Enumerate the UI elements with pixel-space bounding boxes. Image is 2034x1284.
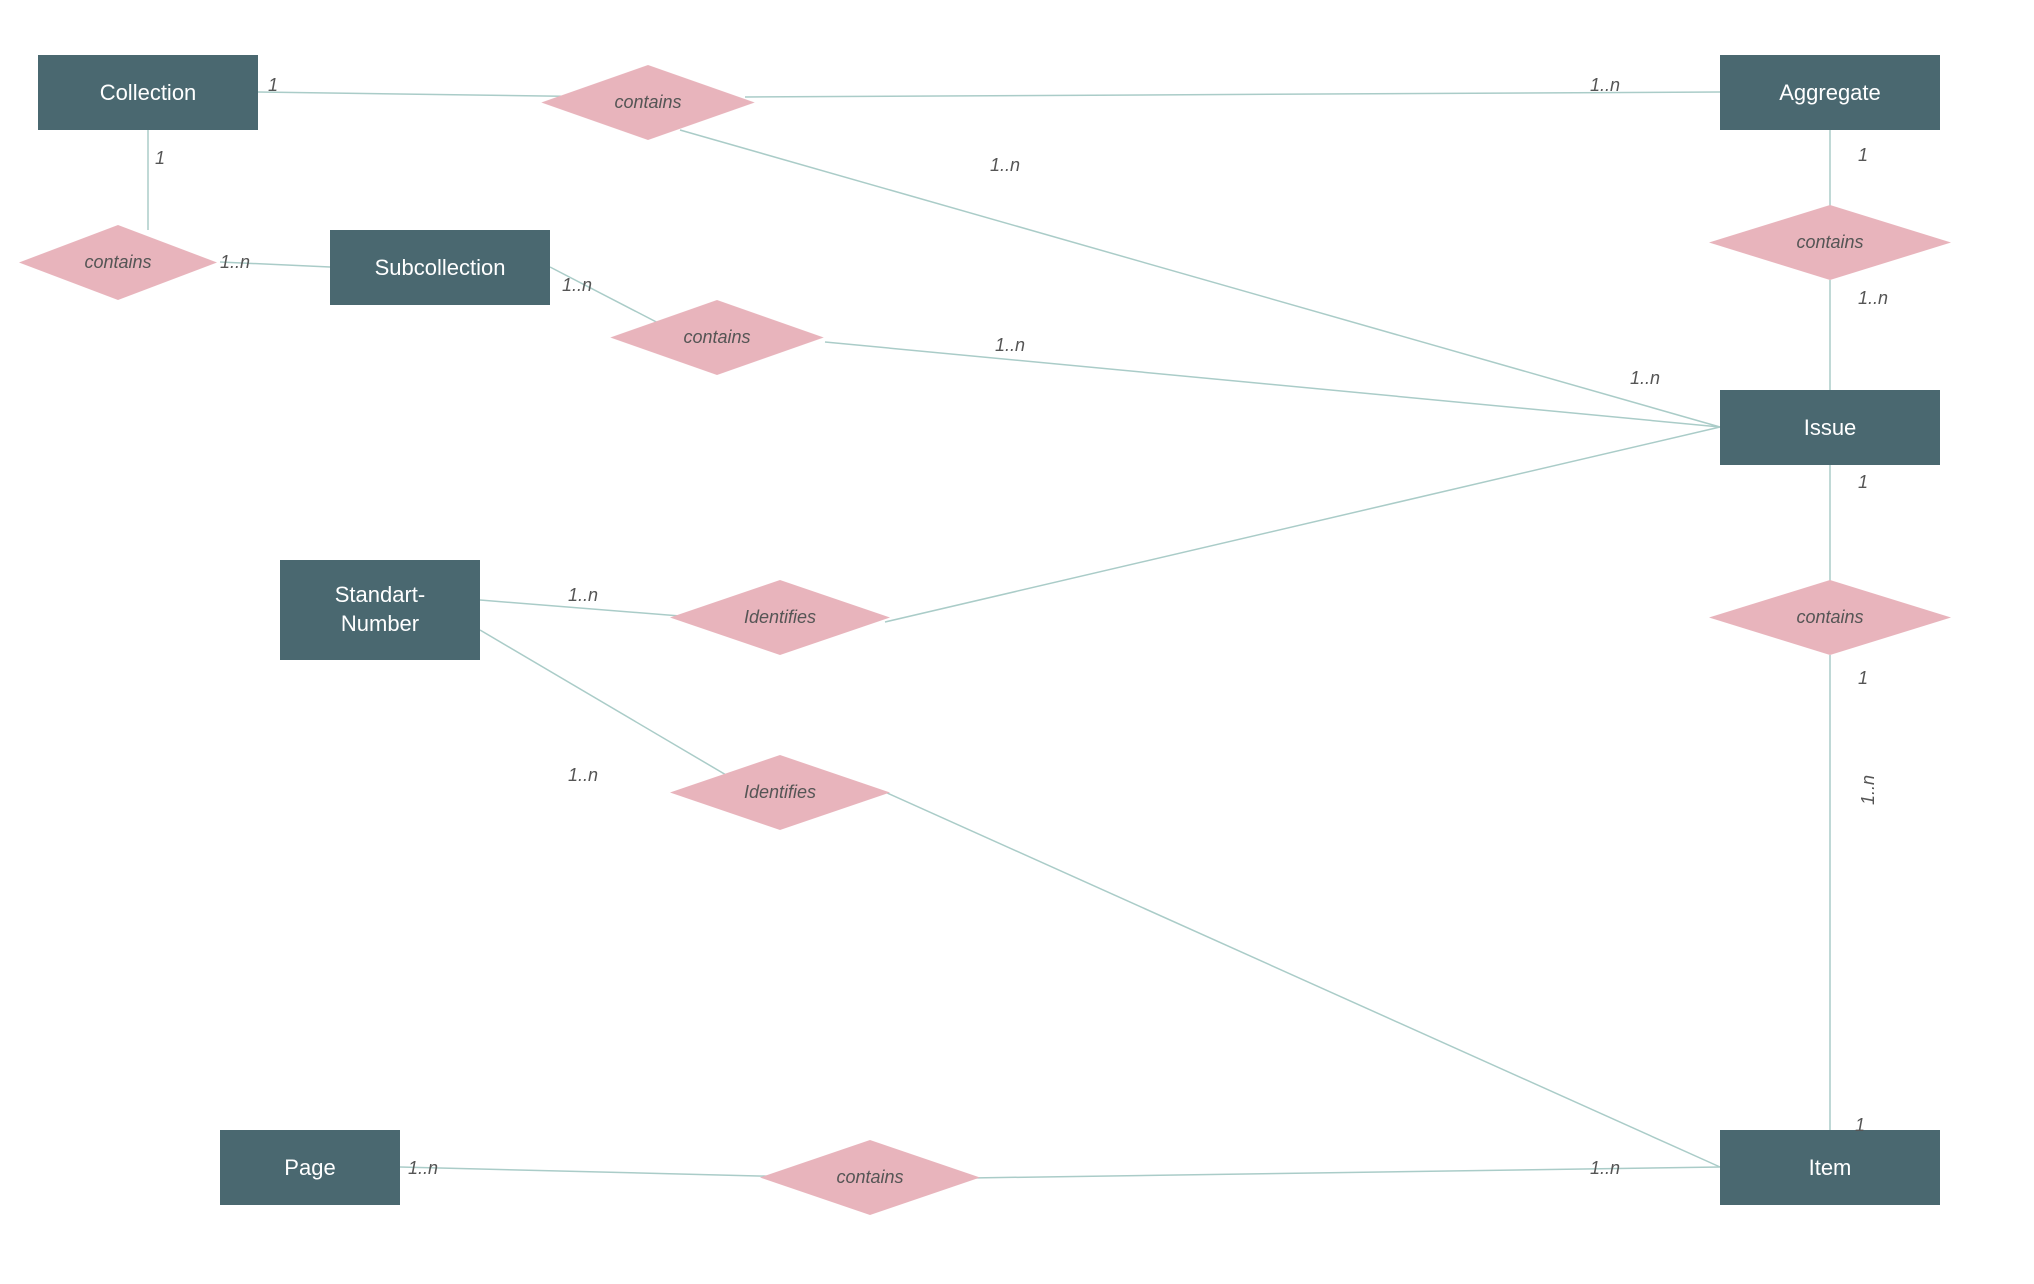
card-1-issue-top: 1 — [1858, 472, 1868, 493]
diagram-container: Collection Aggregate Subcollection Issue… — [0, 0, 2034, 1284]
entity-standart-number: Standart-Number — [280, 560, 480, 660]
card-1n-subcollection-right: 1..n — [562, 275, 592, 296]
diamond-contains-agg: contains — [1720, 205, 1940, 280]
card-1n-diagonal-2: 1..n — [995, 335, 1025, 356]
card-1n-identifies-bot-left: 1..n — [568, 765, 598, 786]
card-1n-aggregate-left: 1..n — [1590, 75, 1620, 96]
card-1-aggregate-bottom: 1 — [1858, 145, 1868, 166]
card-1n-diagonal-1: 1..n — [990, 155, 1020, 176]
diamond-contains-top: contains — [551, 65, 745, 140]
card-1-collection-right: 1 — [268, 75, 278, 96]
entity-collection: Collection — [38, 55, 258, 130]
diamond-contains-left: contains — [28, 225, 208, 300]
diamond-contains-sub: contains — [620, 300, 814, 375]
diamond-contains-issue: contains — [1720, 580, 1940, 655]
card-1n-agg-contains-bottom: 1..n — [1858, 288, 1888, 309]
entity-issue: Issue — [1720, 390, 1940, 465]
diamond-contains-page: contains — [770, 1140, 970, 1215]
diamond-identifies-top: Identifies — [680, 580, 880, 655]
card-1n-identifies-top-left: 1..n — [568, 585, 598, 606]
card-1n-item-top: 1..n — [1858, 775, 1879, 805]
card-1n-item-left: 1..n — [1590, 1158, 1620, 1179]
card-1-collection-bottom: 1 — [155, 148, 165, 169]
card-1-contains-issue-bottom: 1 — [1858, 668, 1868, 689]
card-1n-issue-left: 1..n — [1630, 368, 1660, 389]
diamond-identifies-bot: Identifies — [680, 755, 880, 830]
card-1n-page-right: 1..n — [408, 1158, 438, 1179]
entity-subcollection: Subcollection — [330, 230, 550, 305]
entity-aggregate: Aggregate — [1720, 55, 1940, 130]
entity-page: Page — [220, 1130, 400, 1205]
card-1-item-top: 1 — [1855, 1115, 1865, 1136]
entity-item: Item — [1720, 1130, 1940, 1205]
card-1n-contains-left-right: 1..n — [220, 252, 250, 273]
